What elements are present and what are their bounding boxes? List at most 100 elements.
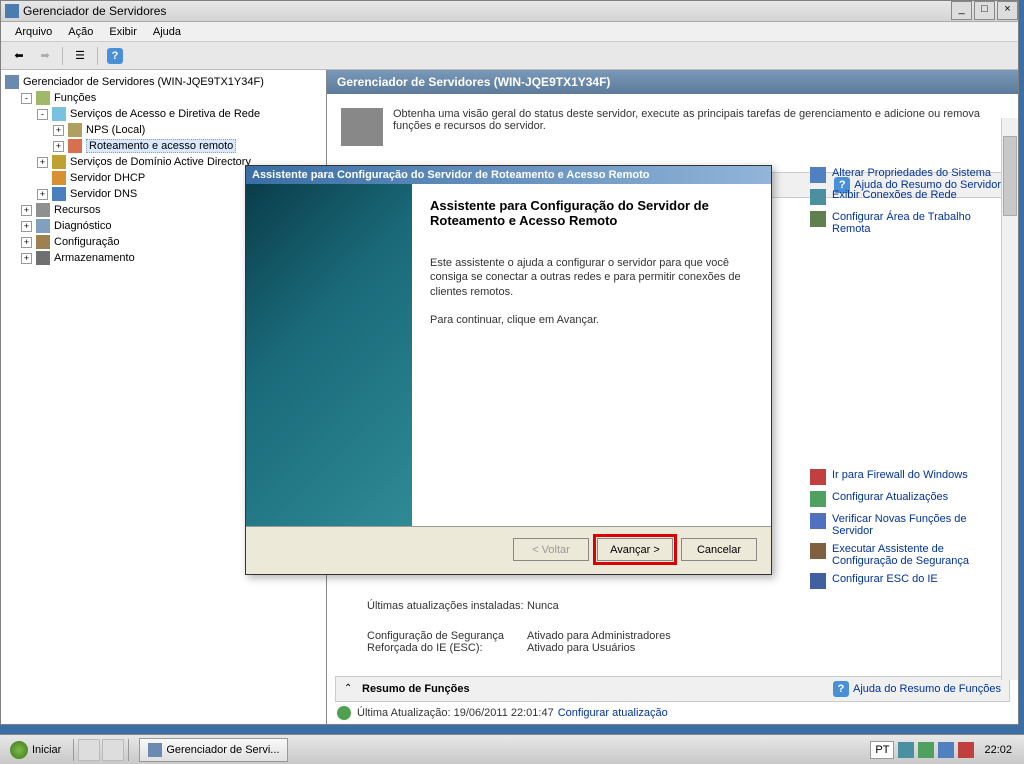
tray-update-icon[interactable] <box>918 742 934 758</box>
nps-icon <box>68 123 82 137</box>
dns-icon <box>52 187 66 201</box>
wizard-titlebar[interactable]: Assistente para Configuração do Servidor… <box>246 166 771 184</box>
check-icon <box>810 513 826 529</box>
link-label: Configurar Atualizações <box>832 491 948 503</box>
features-icon <box>36 203 50 217</box>
config-icon <box>36 235 50 249</box>
ie-icon <box>810 573 826 589</box>
minimize-button[interactable]: _ <box>951 1 972 20</box>
info-esc-value1: Ativado para Administradores <box>527 630 994 642</box>
menu-ajuda[interactable]: Ajuda <box>145 24 189 40</box>
wizard-heading: Assistente para Configuração do Servidor… <box>430 198 753 228</box>
scrollbar-vertical[interactable] <box>1001 118 1018 680</box>
wizard-paragraph-1: Este assistente o ajuda a configurar o s… <box>430 256 753 299</box>
expand-icon[interactable]: + <box>21 205 32 216</box>
expand-icon[interactable]: + <box>53 141 64 152</box>
wizard-content: Assistente para Configuração do Servidor… <box>412 184 771 526</box>
separator <box>73 739 74 761</box>
menu-acao[interactable]: Ação <box>60 24 101 40</box>
dhcp-icon <box>52 171 66 185</box>
expand-icon[interactable]: + <box>37 189 48 200</box>
start-button[interactable]: Iniciar <box>2 737 69 763</box>
link-label: Executar Assistente de Configuração de S… <box>832 543 1010 567</box>
task-label: Gerenciador de Servi... <box>166 744 279 756</box>
app-icon <box>5 4 19 18</box>
server-actions: Alterar Propriedades do Sistema Exibir C… <box>810 164 1010 238</box>
cancel-button[interactable]: Cancelar <box>681 538 757 561</box>
ql-explorer[interactable] <box>102 739 124 761</box>
link-remote-desktop[interactable]: Configurar Área de Trabalho Remota <box>810 208 1010 238</box>
info-esc-label: Configuração de Segurança Reforçada do I… <box>367 630 527 654</box>
close-button[interactable]: × <box>997 1 1018 20</box>
expand-icon[interactable]: + <box>37 157 48 168</box>
language-indicator[interactable]: PT <box>870 741 894 759</box>
menu-arquivo[interactable]: Arquivo <box>7 24 60 40</box>
link-firewall[interactable]: Ir para Firewall do Windows <box>810 466 1010 488</box>
tree-acesso[interactable]: - Serviços de Acesso e Diretiva de Rede <box>5 106 322 122</box>
back-button[interactable]: ⬅ <box>7 45 31 67</box>
help-button[interactable]: ? <box>103 45 127 67</box>
link-check-roles[interactable]: Verificar Novas Funções de Servidor <box>810 510 1010 540</box>
expand-icon[interactable]: + <box>21 237 32 248</box>
properties-button[interactable]: ☰ <box>68 45 92 67</box>
maximize-button[interactable]: □ <box>974 1 995 20</box>
toolbar: ⬅ ➡ ☰ ? <box>1 42 1018 70</box>
storage-icon <box>36 251 50 265</box>
back-button: < Voltar <box>513 538 589 561</box>
tray-volume-icon[interactable] <box>958 742 974 758</box>
collapse-icon[interactable]: - <box>37 109 48 120</box>
network-icon <box>810 189 826 205</box>
quick-launch <box>78 739 124 761</box>
link-ie-esc[interactable]: Configurar ESC do IE <box>810 570 1010 592</box>
taskbar-app-button[interactable]: Gerenciador de Servi... <box>139 738 288 762</box>
expand-icon[interactable]: + <box>21 253 32 264</box>
diagnostics-icon <box>36 219 50 233</box>
overview-text: Obtenha uma visão geral do status deste … <box>393 108 1004 132</box>
menu-exibir[interactable]: Exibir <box>101 24 145 40</box>
link-security-wizard[interactable]: Executar Assistente de Configuração de S… <box>810 540 1010 570</box>
window-title: Gerenciador de Servidores <box>23 4 949 18</box>
system-tray: PT 22:02 <box>870 741 1024 759</box>
forward-button[interactable]: ➡ <box>33 45 57 67</box>
tree-funcoes[interactable]: - Funções <box>5 90 322 106</box>
tray-network-icon[interactable] <box>898 742 914 758</box>
server-overview-icon <box>341 108 383 146</box>
rras-wizard-dialog: Assistente para Configuração do Servidor… <box>245 165 772 575</box>
last-update-text: Última Atualização: 19/06/2011 22:01:47 <box>357 707 554 719</box>
link-updates[interactable]: Configurar Atualizações <box>810 488 1010 510</box>
help-icon: ? <box>833 681 849 697</box>
link-network-connections[interactable]: Exibir Conexões de Rede <box>810 186 1010 208</box>
clock[interactable]: 22:02 <box>978 744 1018 756</box>
network-access-icon <box>52 107 66 121</box>
tray-system-icon[interactable] <box>938 742 954 758</box>
chevron-down-icon[interactable]: ⌃ <box>344 683 356 695</box>
info-updates-label: Últimas atualizações instaladas: <box>367 600 527 612</box>
tree-label: NPS (Local) <box>86 124 145 136</box>
section-roles-summary[interactable]: ⌃ Resumo de Funções ? Ajuda do Resumo de… <box>335 676 1010 702</box>
remote-icon <box>810 211 826 227</box>
tree-rras[interactable]: + Roteamento e acesso remoto <box>5 138 322 154</box>
link-system-properties[interactable]: Alterar Propriedades do Sistema <box>810 164 1010 186</box>
app-icon <box>148 743 162 757</box>
security-actions: Ir para Firewall do Windows Configurar A… <box>810 466 1010 592</box>
server-icon <box>5 75 19 89</box>
tree-label: Serviços de Domínio Active Directory <box>70 156 251 168</box>
menubar: Arquivo Ação Exibir Ajuda <box>1 22 1018 42</box>
next-button[interactable]: Avançar > <box>597 538 673 561</box>
tree-label: Gerenciador de Servidores (WIN-JQE9TX1Y3… <box>23 76 264 88</box>
collapse-icon[interactable]: - <box>21 93 32 104</box>
info-updates-value: Nunca <box>527 600 994 612</box>
link-label: Ir para Firewall do Windows <box>832 469 968 481</box>
scrollbar-thumb[interactable] <box>1003 136 1017 216</box>
rras-icon <box>68 139 82 153</box>
tree-nps[interactable]: + NPS (Local) <box>5 122 322 138</box>
panel-header: Gerenciador de Servidores (WIN-JQE9TX1Y3… <box>327 70 1018 94</box>
security-icon <box>810 543 826 559</box>
tree-root[interactable]: Gerenciador de Servidores (WIN-JQE9TX1Y3… <box>5 74 322 90</box>
roles-summary-help-link[interactable]: ? Ajuda do Resumo de Funções <box>833 681 1001 697</box>
ql-show-desktop[interactable] <box>78 739 100 761</box>
expand-icon[interactable]: + <box>21 221 32 232</box>
titlebar[interactable]: Gerenciador de Servidores _ □ × <box>1 1 1018 22</box>
configure-update-link[interactable]: Configurar atualização <box>558 707 668 719</box>
expand-icon[interactable]: + <box>53 125 64 136</box>
